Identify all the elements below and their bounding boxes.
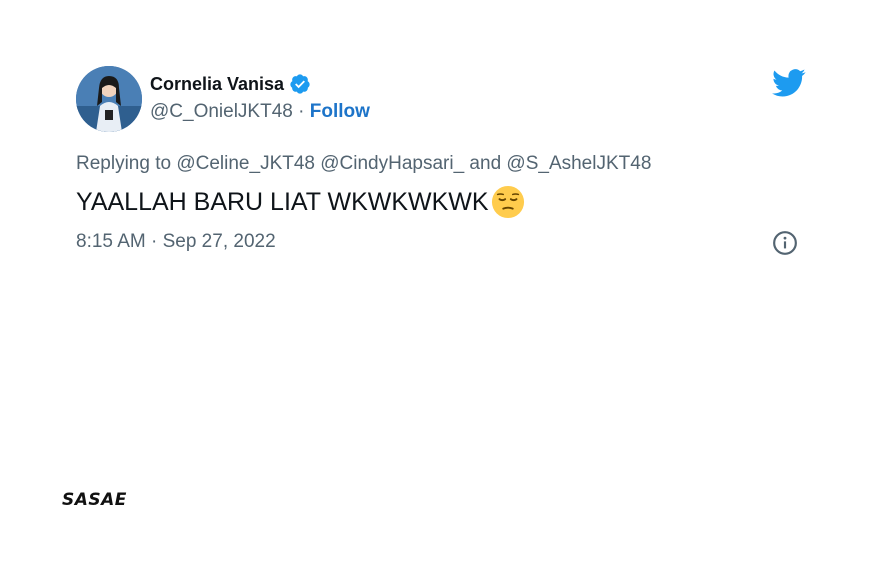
verified-badge-icon [289, 73, 311, 95]
follow-button[interactable]: Follow [310, 101, 370, 122]
tweet-timestamp[interactable]: 8:15 AM · Sep 27, 2022 [76, 231, 276, 253]
reply-mentions[interactable]: @Celine_JKT48 @CindyHapsari_ and @S_Ashe… [176, 153, 651, 174]
user-handle[interactable]: @C_OnielJKT48 [150, 101, 293, 122]
tweet-card: Cornelia Vanisa @C_OnielJKT48 · Follow R… [76, 64, 806, 264]
twitter-bird-icon[interactable] [772, 68, 806, 98]
brand-watermark: SASAE [62, 490, 127, 510]
tweet-text: YAALLAH BARU LIAT WKWKWKWK [76, 187, 489, 216]
user-block: Cornelia Vanisa @C_OnielJKT48 · Follow [150, 72, 370, 123]
name-row: Cornelia Vanisa [150, 72, 370, 96]
reply-context: Replying to @Celine_JKT48 @CindyHapsari_… [76, 153, 651, 175]
reply-prefix: Replying to [76, 153, 172, 174]
pensive-face-icon [491, 185, 525, 219]
tweet-body: YAALLAH BARU LIAT WKWKWKWK [76, 185, 525, 219]
avatar[interactable] [76, 66, 142, 132]
handle-row: @C_OnielJKT48 · Follow [150, 101, 370, 123]
info-icon[interactable] [772, 230, 798, 256]
display-name[interactable]: Cornelia Vanisa [150, 74, 284, 95]
handle-separator: · [298, 101, 305, 122]
